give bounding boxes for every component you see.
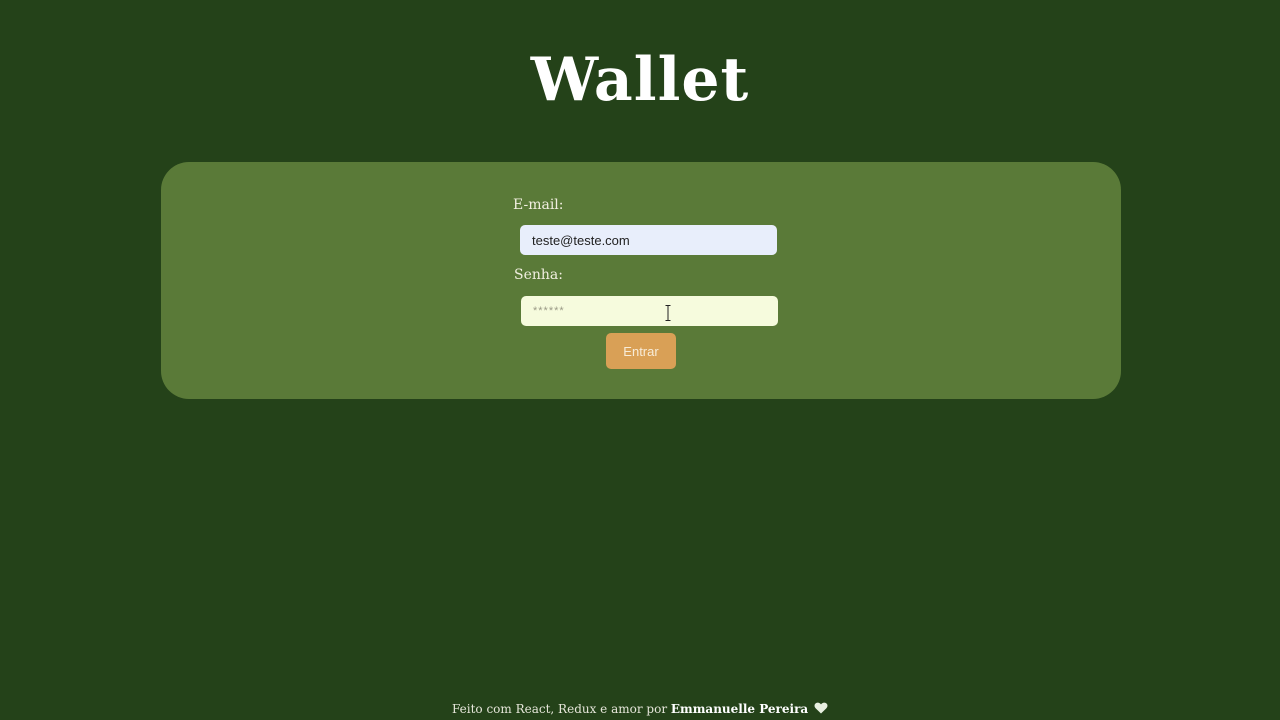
login-form: E-mail: Senha: Entrar: [161, 162, 1121, 399]
footer-text: Feito com React, Redux e amor por: [451, 702, 668, 716]
submit-button[interactable]: Entrar: [606, 333, 676, 369]
email-input[interactable]: [520, 225, 777, 255]
email-label: E-mail:: [513, 197, 564, 213]
text-cursor-icon: [665, 305, 671, 321]
heart-icon: [814, 702, 828, 714]
password-label: Senha:: [514, 267, 563, 283]
footer: Feito com React, Redux e amor por Emmanu…: [0, 700, 1280, 718]
app-title: Wallet: [530, 45, 750, 115]
password-input[interactable]: [521, 296, 778, 326]
footer-author: Emmanuelle Pereira: [670, 702, 809, 716]
